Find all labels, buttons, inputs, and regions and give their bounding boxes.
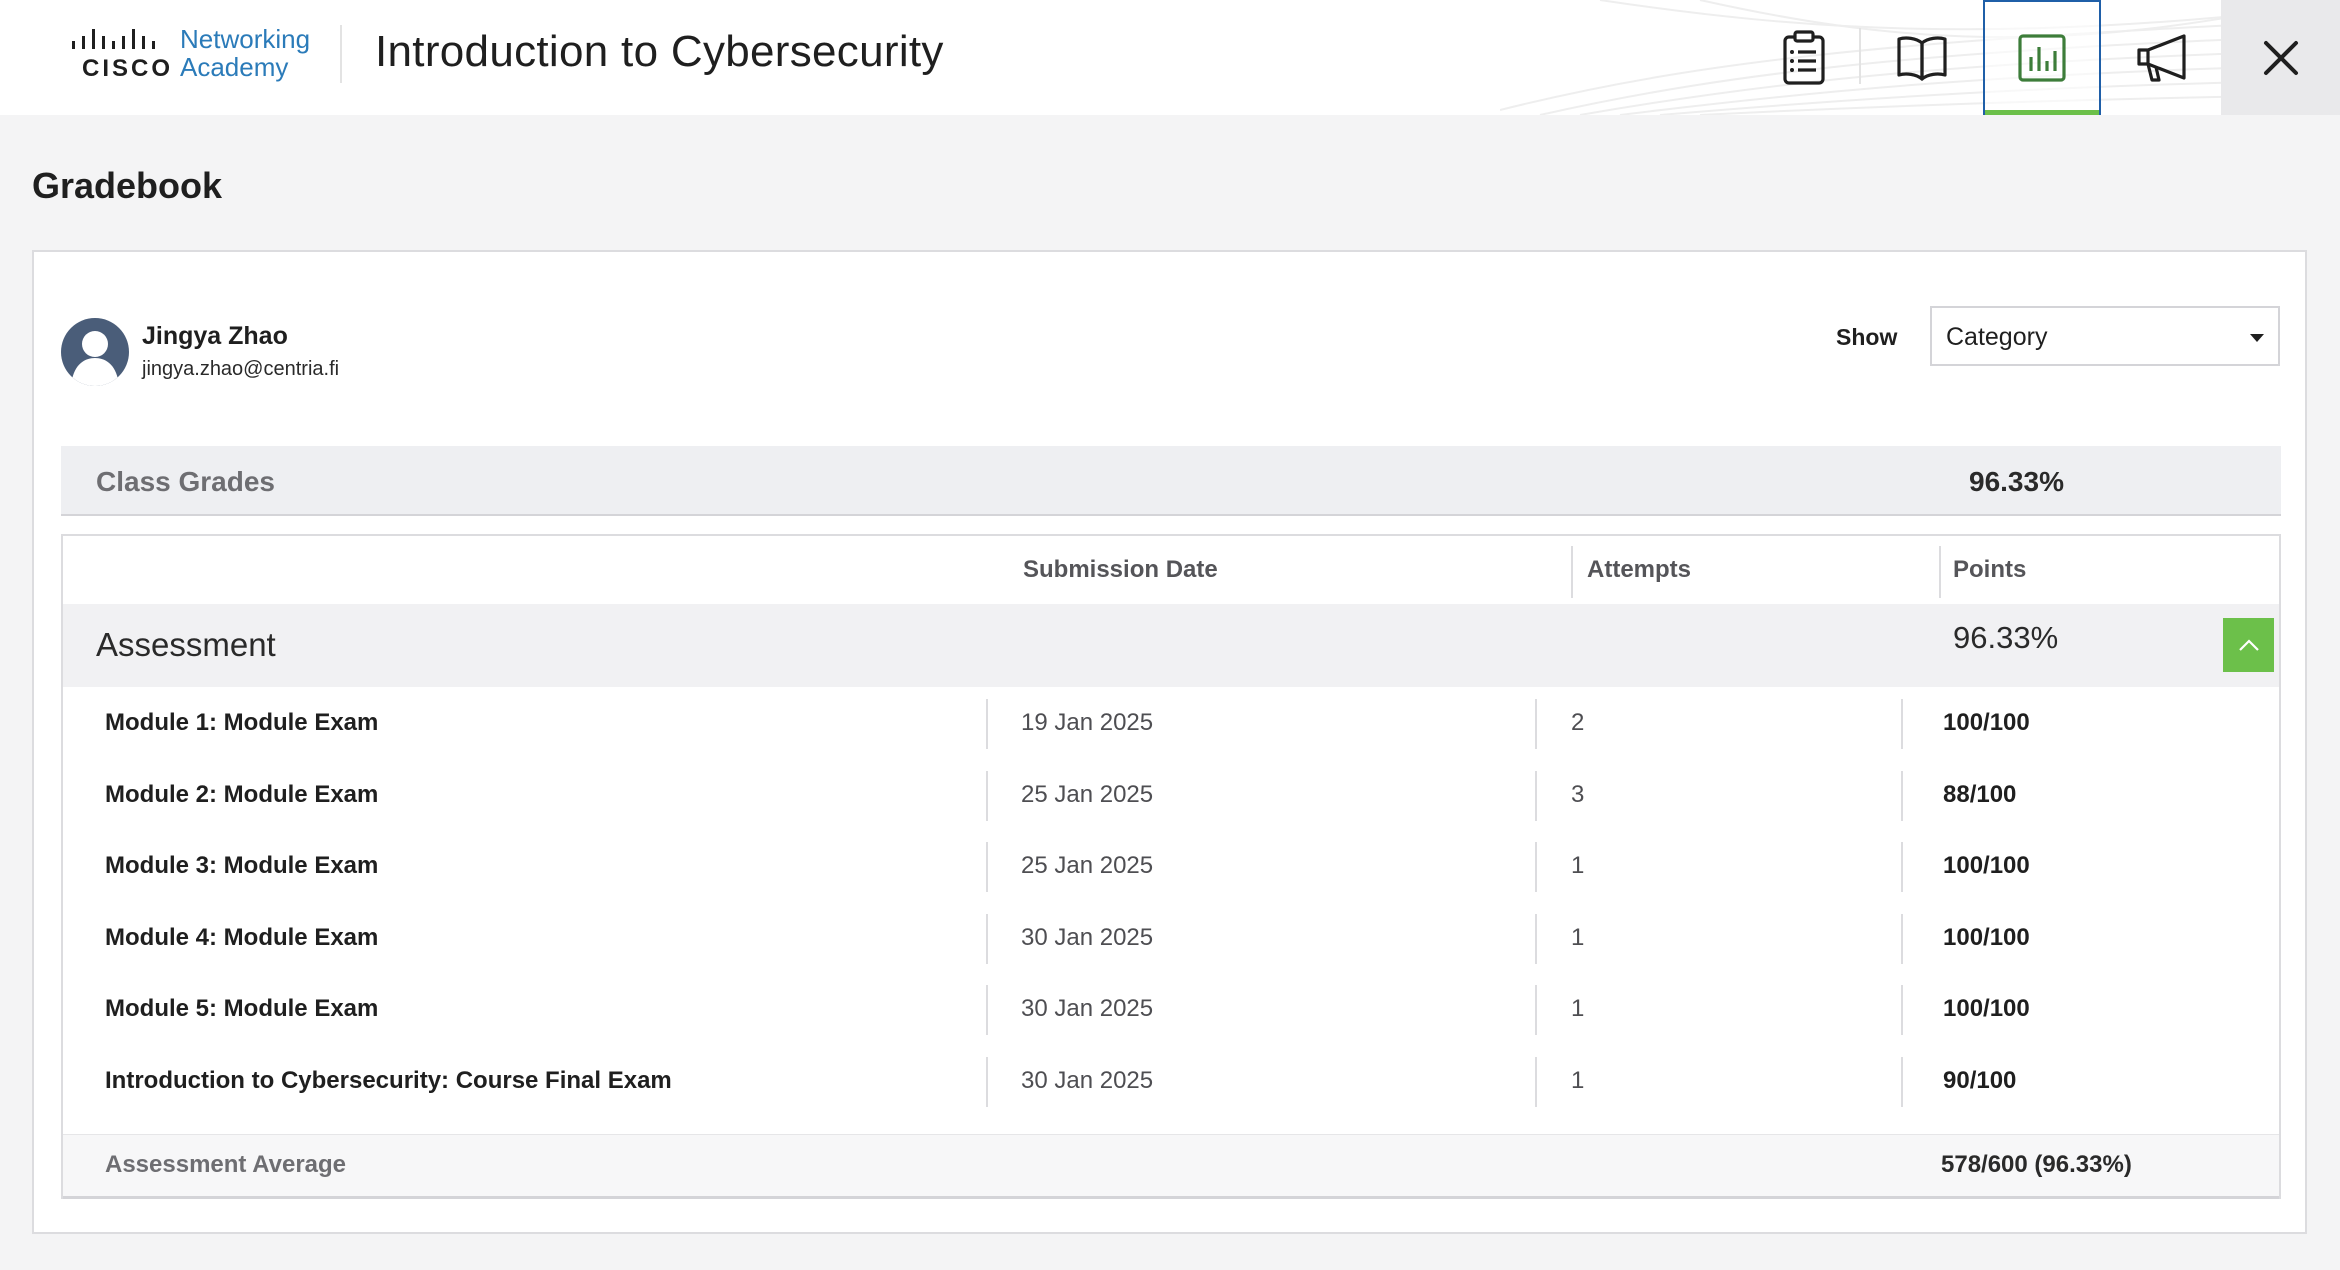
assessment-average-row: Assessment Average 578/600 (96.33%) [63, 1134, 2279, 1197]
column-divider [986, 771, 988, 821]
points: 100/100 [1943, 852, 2030, 879]
gradebook-card: Jingya Zhao jingya.zhao@centria.fi Show … [32, 250, 2307, 1234]
cisco-bars-icon [72, 29, 155, 49]
category-label: Assessment [96, 626, 276, 663]
nav-assignments-button[interactable] [1745, 0, 1863, 115]
show-dropdown[interactable]: Category [1930, 306, 2280, 366]
table-bottom-border [63, 1196, 2279, 1199]
column-divider [1535, 985, 1537, 1035]
points: 100/100 [1943, 924, 2030, 951]
submission-date: 25 Jan 2025 [1021, 852, 1154, 879]
nav-announcements-button[interactable] [2103, 0, 2221, 115]
column-divider [1901, 1057, 1903, 1107]
top-bar: CISCO Networking Academy Introduction to… [0, 0, 2340, 115]
column-divider [1901, 914, 1903, 964]
column-divider [1535, 699, 1537, 749]
average-label: Assessment Average [105, 1151, 347, 1178]
exam-name: Module 4: Module Exam [105, 924, 379, 951]
exam-name: Module 2: Module Exam [105, 781, 379, 808]
megaphone-icon [2137, 33, 2186, 82]
logo-networking-text: Networking [180, 24, 311, 54]
column-header-attempts: Attempts [1587, 556, 1692, 583]
cisco-networking-academy-logo[interactable]: CISCO Networking Academy [70, 25, 320, 85]
header-divider [340, 25, 342, 83]
submission-date: 19 Jan 2025 [1021, 709, 1154, 736]
nav-course-content-button[interactable] [1863, 0, 1981, 115]
table-row[interactable]: Module 5: Module Exam 30 Jan 2025 1 100/… [63, 973, 2279, 1045]
exam-name: Introduction to Cybersecurity: Course Fi… [105, 1067, 672, 1094]
points: 100/100 [1943, 995, 2030, 1022]
column-header-submission-date: Submission Date [1023, 556, 1218, 583]
column-divider [1901, 842, 1903, 892]
user-silhouette-icon [71, 331, 119, 386]
bar-chart-icon [2018, 33, 2066, 82]
chevron-down-icon [2250, 334, 2264, 342]
column-divider [986, 699, 988, 749]
cisco-wordmark: CISCO [82, 55, 174, 82]
show-label: Show [1836, 324, 1898, 350]
page-title: Gradebook [32, 165, 223, 206]
attempts: 1 [1571, 1067, 1585, 1094]
points: 88/100 [1943, 781, 2017, 808]
exam-name: Module 1: Module Exam [105, 709, 379, 736]
logo-academy-text: Academy [180, 52, 289, 82]
show-dropdown-value: Category [1946, 323, 2048, 351]
column-divider [986, 1057, 988, 1107]
column-divider [1571, 546, 1573, 598]
average-value: 578/600 (96.33%) [1941, 1151, 2132, 1178]
clipboard-list-icon [1783, 29, 1825, 85]
book-icon [1897, 35, 1947, 81]
table-row[interactable]: Module 4: Module Exam 30 Jan 2025 1 100/… [63, 902, 2279, 974]
close-button[interactable] [2221, 0, 2340, 115]
class-grades-value: 96.33% [1969, 466, 2064, 497]
submission-date: 30 Jan 2025 [1021, 924, 1154, 951]
course-title: Introduction to Cybersecurity [375, 27, 944, 76]
column-divider [1901, 985, 1903, 1035]
column-divider [1901, 699, 1903, 749]
column-divider [986, 914, 988, 964]
submission-date: 30 Jan 2025 [1021, 1067, 1154, 1094]
column-header-points: Points [1953, 556, 2027, 583]
submission-date: 25 Jan 2025 [1021, 781, 1154, 808]
category-value: 96.33% [1953, 620, 2059, 655]
exam-name: Module 3: Module Exam [105, 852, 379, 879]
chevron-up-icon [2238, 639, 2259, 651]
collapse-category-button[interactable] [2223, 618, 2274, 672]
attempts: 3 [1571, 781, 1585, 808]
attempts: 2 [1571, 709, 1585, 736]
column-divider [1535, 771, 1537, 821]
submission-date: 30 Jan 2025 [1021, 995, 1154, 1022]
category-row-assessment: Assessment 96.33% [63, 604, 2279, 687]
close-icon [2263, 40, 2298, 75]
points: 90/100 [1943, 1067, 2017, 1094]
grades-table: Submission Date Attempts Points Assessme… [61, 534, 2281, 1199]
attempts: 1 [1571, 924, 1585, 951]
attempts: 1 [1571, 995, 1585, 1022]
class-grades-bar: Class Grades 96.33% [61, 446, 2281, 516]
avatar [61, 318, 129, 386]
table-row[interactable]: Introduction to Cybersecurity: Course Fi… [63, 1045, 2279, 1117]
table-row[interactable]: Module 1: Module Exam 19 Jan 2025 2 100/… [63, 687, 2279, 759]
column-divider [1901, 771, 1903, 821]
table-row[interactable]: Module 2: Module Exam 25 Jan 2025 3 88/1… [63, 759, 2279, 831]
table-row[interactable]: Module 3: Module Exam 25 Jan 2025 1 100/… [63, 830, 2279, 902]
column-divider [1535, 914, 1537, 964]
nav-gradebook-button[interactable] [1983, 0, 2101, 115]
attempts: 1 [1571, 852, 1585, 879]
nav-separator [1859, 28, 1861, 84]
exam-name: Module 5: Module Exam [105, 995, 379, 1022]
column-divider [1939, 546, 1941, 598]
column-divider [986, 842, 988, 892]
points: 100/100 [1943, 709, 2030, 736]
user-name: Jingya Zhao [142, 322, 288, 350]
column-divider [986, 985, 988, 1035]
column-divider [1535, 842, 1537, 892]
class-grades-label: Class Grades [96, 466, 275, 497]
user-email: jingya.zhao@centria.fi [142, 358, 340, 380]
column-divider [1535, 1057, 1537, 1107]
